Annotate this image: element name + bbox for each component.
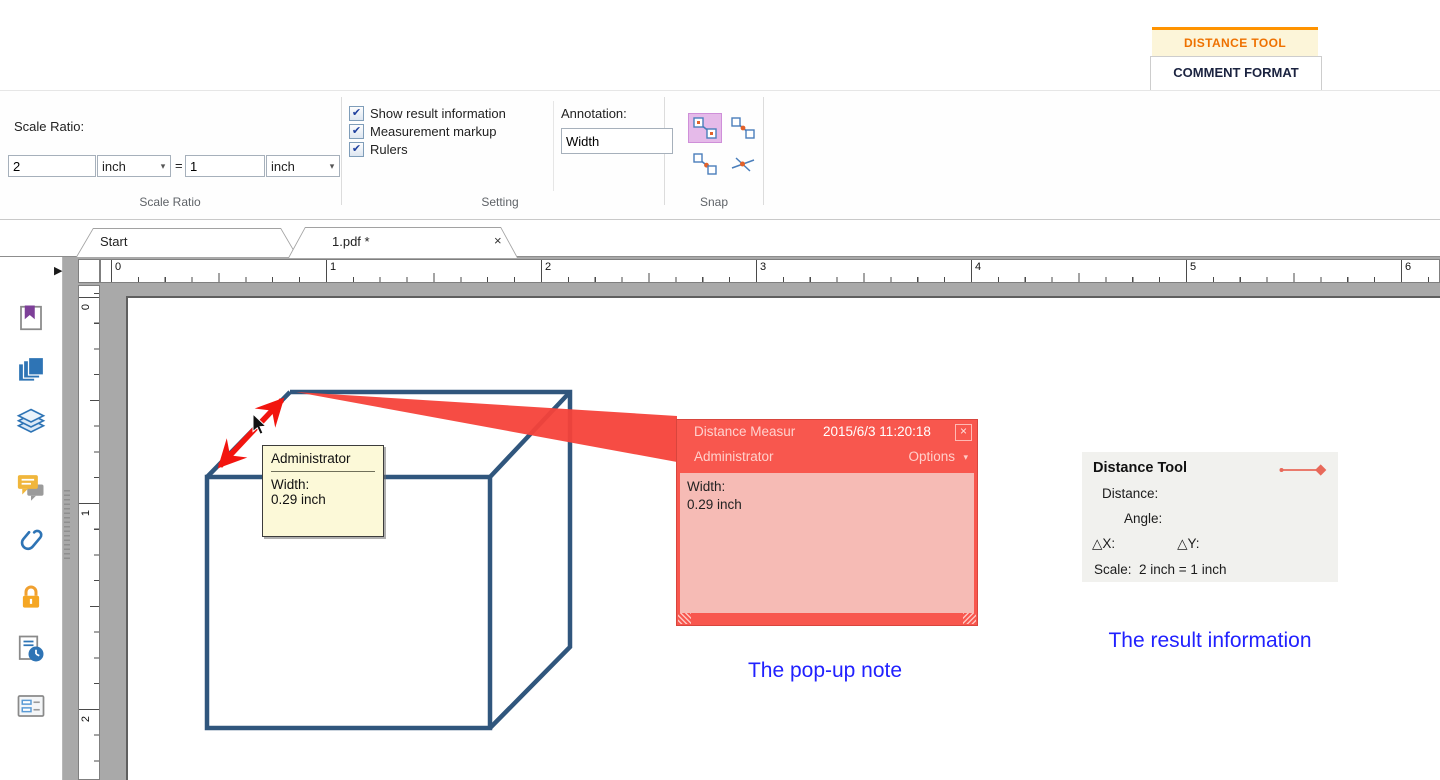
dropdown-arrow-icon (963, 452, 968, 463)
h-ruler: 0 1 2 3 4 5 6 (100, 259, 1440, 283)
tooltip-value: 0.29 inch (271, 492, 326, 507)
scale-unit-right-select[interactable]: inch (266, 155, 340, 177)
group-separator (341, 97, 342, 205)
pages-icon[interactable] (16, 355, 46, 385)
snap-nearest-icon (693, 153, 717, 175)
comments-icon[interactable] (16, 472, 46, 502)
tooltip-author: Administrator (271, 451, 351, 466)
panel-splitter-handle[interactable] (64, 490, 70, 562)
h-ruler-number: 5 (1190, 261, 1197, 273)
angle-label: Angle: (1124, 511, 1163, 526)
popup-note[interactable]: Distance Measur 2015/6/3 11:20:18 × Admi… (676, 419, 978, 626)
v-ruler: 0 1 2 (78, 285, 100, 780)
scale-ratio-label: Scale Ratio: (14, 119, 85, 134)
snap-midpoint-button[interactable] (726, 113, 760, 143)
checkbox-checked-icon[interactable]: ✔ (349, 123, 364, 139)
caption-popup-note: The pop-up note (747, 659, 903, 682)
sidebar-expand-icon[interactable] (54, 264, 62, 277)
group-separator (763, 97, 764, 205)
snap-intersection-icon (731, 157, 755, 172)
checkbox-checked-icon[interactable]: ✔ (349, 141, 364, 157)
popup-value: 0.29 inch (687, 496, 742, 512)
h-ruler-number: 0 (115, 261, 122, 273)
h-ruler-number: 4 (975, 261, 982, 273)
scale-unit-left-value: inch (102, 158, 126, 174)
distance-line-icon (1279, 464, 1327, 476)
scale-unit-left-select[interactable]: inch (97, 155, 171, 177)
ribbon: Scale Ratio: inch = inch Scale Ratio ✔ S… (0, 90, 1440, 220)
popup-field: Width: (687, 479, 726, 494)
layers-icon[interactable] (16, 407, 46, 437)
measurement-tooltip: Administrator Width: 0.29 inch (262, 445, 384, 537)
snap-nearest-button[interactable] (688, 149, 722, 179)
checkbox-rulers[interactable]: ✔ Rulers (349, 141, 408, 157)
scale-label: Scale: 2 inch = 1 inch (1094, 562, 1227, 577)
tooltip-divider (271, 471, 375, 472)
bookmarks-icon[interactable] (16, 303, 46, 333)
v-ruler-number: 1 (80, 509, 93, 517)
attachments-icon[interactable] (16, 527, 46, 557)
scale-value-right-input[interactable] (185, 155, 265, 177)
dropdown-arrow-icon (325, 161, 339, 172)
h-ruler-number: 2 (545, 261, 552, 273)
caption-result-information: The result information (1108, 629, 1312, 652)
snap-intersection-button[interactable] (726, 149, 760, 179)
resize-grip-icon[interactable] (678, 613, 691, 624)
resize-grip-icon[interactable] (963, 613, 976, 624)
snap-midpoint-icon (731, 117, 755, 139)
checkbox-label: Rulers (370, 141, 408, 157)
snap-group-label: Snap (699, 195, 729, 209)
dropdown-arrow-icon (156, 161, 170, 172)
checkbox-measurement-markup[interactable]: ✔ Measurement markup (349, 123, 496, 139)
popup-title: Distance Measur (694, 424, 796, 439)
checkbox-label: Show result information (370, 105, 506, 121)
h-ruler-number: 3 (760, 261, 767, 273)
equals-label: = (175, 158, 183, 173)
snap-endpoint-button[interactable] (688, 113, 722, 143)
doc-tab-start[interactable]: Start (76, 228, 298, 257)
result-panel-title: Distance Tool (1093, 460, 1187, 476)
doc-tab-active[interactable]: 1.pdf * × (288, 227, 518, 258)
popup-author: Administrator (694, 449, 774, 464)
scale-unit-right-value: inch (271, 158, 295, 174)
pdf-editor-window: DISTANCE TOOL COMMENT FORMAT Scale Ratio… (0, 0, 1440, 780)
popup-options-button[interactable]: Options (908, 449, 955, 464)
scale-value-left-input[interactable] (8, 155, 96, 177)
setting-group-label: Setting (481, 195, 519, 209)
h-ruler-number: 6 (1405, 261, 1412, 273)
signature-doc-icon[interactable] (16, 634, 46, 664)
delta-y-label: △Y: (1177, 536, 1200, 551)
popup-note-body[interactable]: Width: 0.29 inch (680, 473, 974, 613)
checkbox-label: Measurement markup (370, 123, 497, 139)
tab-comment-format[interactable]: COMMENT FORMAT (1150, 56, 1322, 91)
close-icon[interactable]: × (955, 424, 972, 441)
contextual-tab-distance-tool[interactable]: DISTANCE TOOL (1152, 27, 1318, 56)
checkbox-show-result-information[interactable]: ✔ Show result information (349, 105, 506, 121)
snap-endpoint-icon (693, 117, 717, 139)
close-tab-icon[interactable]: × (494, 233, 502, 248)
distance-label: Distance: (1102, 486, 1159, 501)
tooltip-field: Width: (271, 477, 310, 492)
v-ruler-number: 0 (80, 303, 93, 311)
checkbox-checked-icon[interactable]: ✔ (349, 105, 364, 121)
doc-tab-label: 1.pdf * (332, 234, 370, 249)
form-fields-icon[interactable] (16, 691, 46, 721)
annotation-input[interactable] (561, 128, 673, 154)
navigation-sidebar (0, 257, 63, 780)
annotation-label: Annotation: (561, 106, 627, 121)
doc-tab-label: Start (100, 234, 128, 249)
h-ruler-number: 1 (330, 261, 337, 273)
scale-ratio-group-label: Scale Ratio (139, 195, 201, 209)
popup-timestamp: 2015/6/3 11:20:18 (823, 424, 931, 439)
security-icon[interactable] (16, 582, 46, 612)
result-info-panel: Distance Tool Distance: Angle: △X: △Y: Sc… (1082, 452, 1338, 582)
sub-separator (553, 101, 554, 191)
delta-x-label: △X: (1092, 536, 1116, 551)
v-ruler-number: 2 (80, 715, 93, 723)
ruler-corner (78, 259, 100, 283)
